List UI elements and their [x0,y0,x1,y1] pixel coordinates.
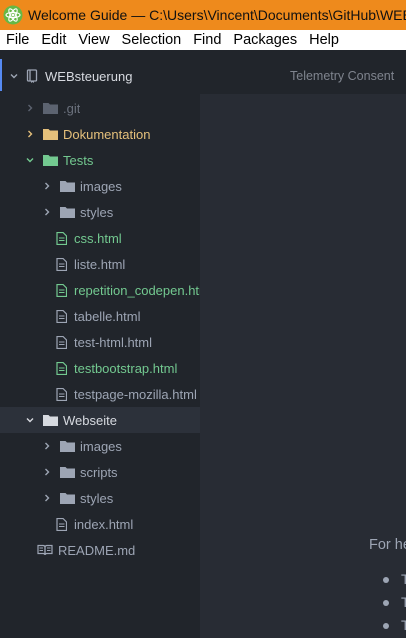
menu-packages[interactable]: Packages [227,30,303,50]
chevron-down-icon [8,70,20,82]
file-icon [53,231,69,245]
tree-item-label: README.md [58,542,136,558]
tree-item-label: repetition_codepen.html [74,282,200,298]
tree-item-label: index.html [74,516,134,532]
tree-item-label: testpage-mozilla.html [74,386,197,402]
tree-item-label: css.html [74,230,122,246]
menu-help[interactable]: Help [303,30,345,50]
tree-folder-images[interactable]: images [0,173,200,199]
menu-selection[interactable]: Selection [116,30,188,50]
tree-item-label: .git [63,100,81,116]
folder-icon [42,101,58,115]
tree-folder-webseite[interactable]: Webseite [0,407,200,433]
file-icon [53,309,69,323]
folder-icon [59,205,75,219]
chevron-down-icon [24,154,36,166]
tree-item-label: styles [80,204,114,220]
help-list-item: T [401,594,406,610]
tree-file-css-html[interactable]: css.html [0,225,200,251]
tree-item-label: images [80,178,122,194]
tree-file-testpage-mozilla-html[interactable]: testpage-mozilla.html [0,381,200,407]
file-icon [53,361,69,375]
tree-item-label: images [80,438,122,454]
bullet-dot [383,577,389,583]
chevron-right-icon [41,492,53,504]
chevron-right-icon [41,466,53,478]
help-list-item: T [401,571,406,587]
tree-item-label: testbootstrap.html [74,360,178,376]
chevron-right-icon [24,102,36,114]
tree-folder-tests[interactable]: Tests [0,147,200,173]
folder-icon [59,465,75,479]
chevron-right-icon [41,440,53,452]
menu-edit[interactable]: Edit [35,30,72,50]
tree-file-liste-html[interactable]: liste.html [0,251,200,277]
bullet-dot [383,623,389,629]
file-icon [53,335,69,349]
folder-icon [59,439,75,453]
tree-folder-git[interactable]: .git [0,95,200,121]
tree-item-label: Webseite [63,412,117,428]
folder-icon [59,179,75,193]
atom-icon [3,5,23,25]
folder-icon [59,491,75,505]
file-icon [53,283,69,297]
tree-project-root[interactable]: WEBsteuerung [0,63,200,89]
chevron-down-icon [24,414,36,426]
menu-view[interactable]: View [72,30,115,50]
tree-file-readme-md[interactable]: README.md [0,537,200,563]
tree-item-label: styles [80,490,114,506]
tree-folder-scripts[interactable]: scripts [0,459,200,485]
tree-item-label: scripts [80,464,118,480]
folder-icon [42,153,58,167]
title-bar: Welcome Guide — C:\Users\Vincent\Documen… [0,0,406,30]
help-heading: For help [369,537,406,553]
chevron-right-icon [41,206,53,218]
tree-file-repetition-codepen-html[interactable]: repetition_codepen.html [0,277,200,303]
book-icon [37,543,53,557]
tree-file-index-html[interactable]: index.html [0,511,200,537]
tree-item-label: Tests [63,152,94,168]
tab-telemetry-consent[interactable]: Telemetry Consent [290,69,394,83]
tree-item-label: tabelle.html [74,308,141,324]
tree-file-tabelle-html[interactable]: tabelle.html [0,303,200,329]
help-list-item: T [401,617,406,633]
bullet-dot [383,600,389,606]
tree-folder-images[interactable]: images [0,433,200,459]
repo-icon [24,69,40,83]
tree-folder-styles[interactable]: styles [0,485,200,511]
tree-folder-styles[interactable]: styles [0,199,200,225]
tree-file-test-html-html[interactable]: test-html.html [0,329,200,355]
file-icon [53,517,69,531]
tree-item-label: liste.html [74,256,126,272]
file-icon [53,387,69,401]
tree-item-label: Dokumentation [63,126,151,142]
menu-find[interactable]: Find [187,30,227,50]
menu-bar: File Edit View Selection Find Packages H… [0,30,406,50]
tree-item-label: test-html.html [74,334,153,350]
folder-icon [42,413,58,427]
chevron-right-icon [41,180,53,192]
welcome-guide-pane: For help T T T [200,94,406,638]
file-icon [53,257,69,271]
menu-file[interactable]: File [0,30,35,50]
tab-bar: Telemetry Consent [200,50,406,94]
folder-icon [42,127,58,141]
tree-file-testbootstrap-html[interactable]: testbootstrap.html [0,355,200,381]
tree-folder-dokumentation[interactable]: Dokumentation [0,121,200,147]
chevron-right-icon [24,128,36,140]
window-title: Welcome Guide — C:\Users\Vincent\Documen… [28,7,406,23]
project-name: WEBsteuerung [45,68,133,84]
tree-view: WEBsteuerung .git Dokumentation Tests im… [0,50,200,638]
